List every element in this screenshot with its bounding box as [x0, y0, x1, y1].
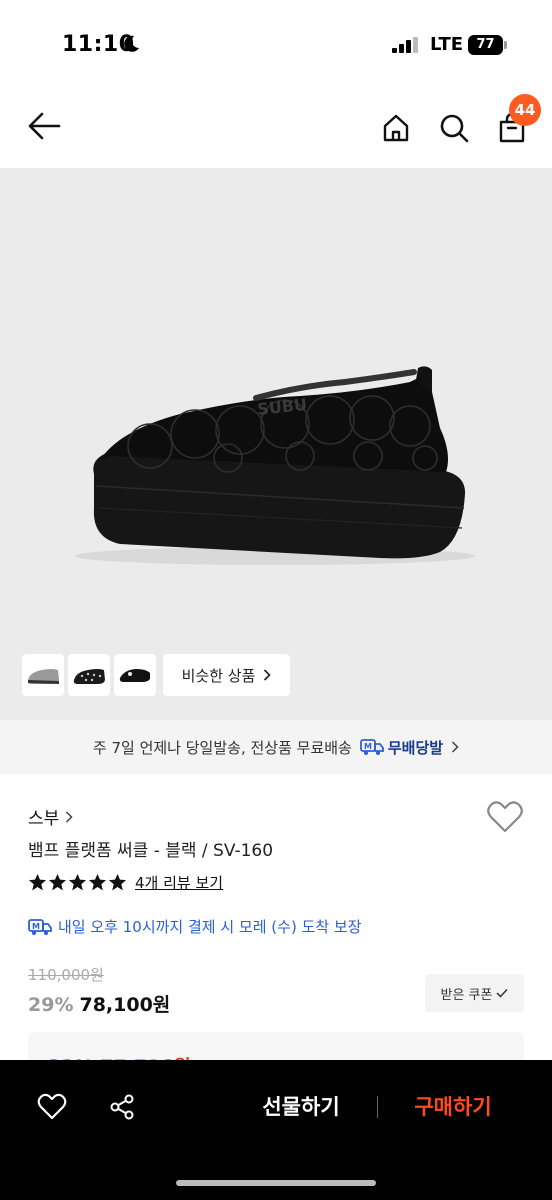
star-icon — [88, 873, 107, 891]
bottom-action-bar: 선물하기 구매하기 — [0, 1060, 552, 1200]
home-button[interactable] — [374, 106, 418, 150]
star-icon — [108, 873, 127, 891]
svg-text:M: M — [32, 922, 40, 931]
similar-products-button[interactable]: 비슷한 상품 — [163, 654, 290, 696]
delivery-truck-icon: M — [359, 739, 384, 755]
chevron-right-icon — [264, 669, 272, 681]
sale-price: 78,100원 — [79, 994, 171, 1016]
battery-level: 77 — [476, 37, 495, 52]
product-image: SUBU — [75, 366, 475, 565]
brand-name: 스부 — [28, 809, 60, 829]
thumbnail-1[interactable] — [22, 654, 64, 696]
price-row: 29% 78,100원 — [28, 990, 170, 1017]
top-nav — [0, 90, 552, 168]
review-link[interactable]: 4개 리뷰 보기 — [135, 872, 223, 893]
rating-stars — [28, 873, 127, 892]
signal-icon — [392, 37, 418, 53]
star-icon — [28, 873, 47, 891]
shipping-banner[interactable]: 주 7일 언제나 당일발송, 전상품 무료배송 M 무배당발 — [0, 720, 552, 774]
shipping-brand-label: 무배당발 — [387, 738, 444, 757]
moon-icon — [124, 35, 139, 52]
cart-count-badge: 44 — [509, 94, 541, 126]
delivery-truck-icon: M — [28, 918, 52, 935]
back-button[interactable] — [22, 104, 66, 148]
search-icon — [440, 114, 469, 143]
share-button[interactable] — [100, 1085, 144, 1129]
original-price: 110,000원 — [28, 966, 104, 984]
star-icon — [48, 873, 67, 891]
delivery-guarantee: M 내일 오후 10시까지 결제 시 모레 (수) 도착 보장 — [28, 916, 362, 937]
battery-icon: 77 — [468, 35, 507, 55]
thumbnail-2[interactable] — [68, 654, 110, 696]
chevron-right-icon — [452, 741, 459, 753]
svg-text:M: M — [364, 742, 372, 751]
status-bar: 11:10 LTE 77 — [0, 0, 552, 90]
shipping-brand: M 무배당발 — [359, 737, 444, 758]
chevron-right-icon — [66, 810, 73, 823]
network-label: LTE — [430, 34, 464, 55]
home-indicator[interactable] — [176, 1180, 376, 1186]
brand-link[interactable]: 스부 — [28, 804, 73, 829]
rating-row: 4개 리뷰 보기 — [28, 872, 223, 893]
gift-button[interactable]: 선물하기 — [240, 1088, 362, 1126]
coupon-button-label: 받은 쿠폰 — [440, 987, 493, 1003]
check-icon — [496, 988, 509, 998]
share-icon — [110, 1094, 134, 1120]
heart-icon — [487, 801, 523, 833]
thumbnail-strip — [22, 654, 156, 696]
similar-products-label: 비슷한 상품 — [181, 666, 256, 685]
thumbnail-3[interactable] — [114, 654, 156, 696]
star-icon — [68, 873, 87, 891]
like-button[interactable] — [30, 1085, 74, 1129]
divider — [377, 1096, 378, 1118]
search-button[interactable] — [432, 106, 476, 150]
shipping-text: 주 7일 언제나 당일발송, 전상품 무료배송 — [92, 738, 352, 757]
wishlist-button[interactable] — [486, 800, 524, 836]
delivery-note: 내일 오후 10시까지 결제 시 모레 (수) 도착 보장 — [58, 918, 362, 936]
arrow-left-icon — [28, 112, 61, 140]
buy-button[interactable]: 구매하기 — [392, 1088, 514, 1126]
product-name: 뱀프 플랫폼 써클 - 블랙 / SV-160 — [28, 841, 274, 861]
discount-rate: 29% — [28, 994, 74, 1016]
received-coupon-button[interactable]: 받은 쿠폰 — [425, 974, 524, 1012]
home-icon — [383, 114, 409, 142]
heart-icon — [37, 1093, 67, 1120]
product-image-gallery[interactable]: SUBU 비슷한 상품 — [0, 168, 552, 720]
